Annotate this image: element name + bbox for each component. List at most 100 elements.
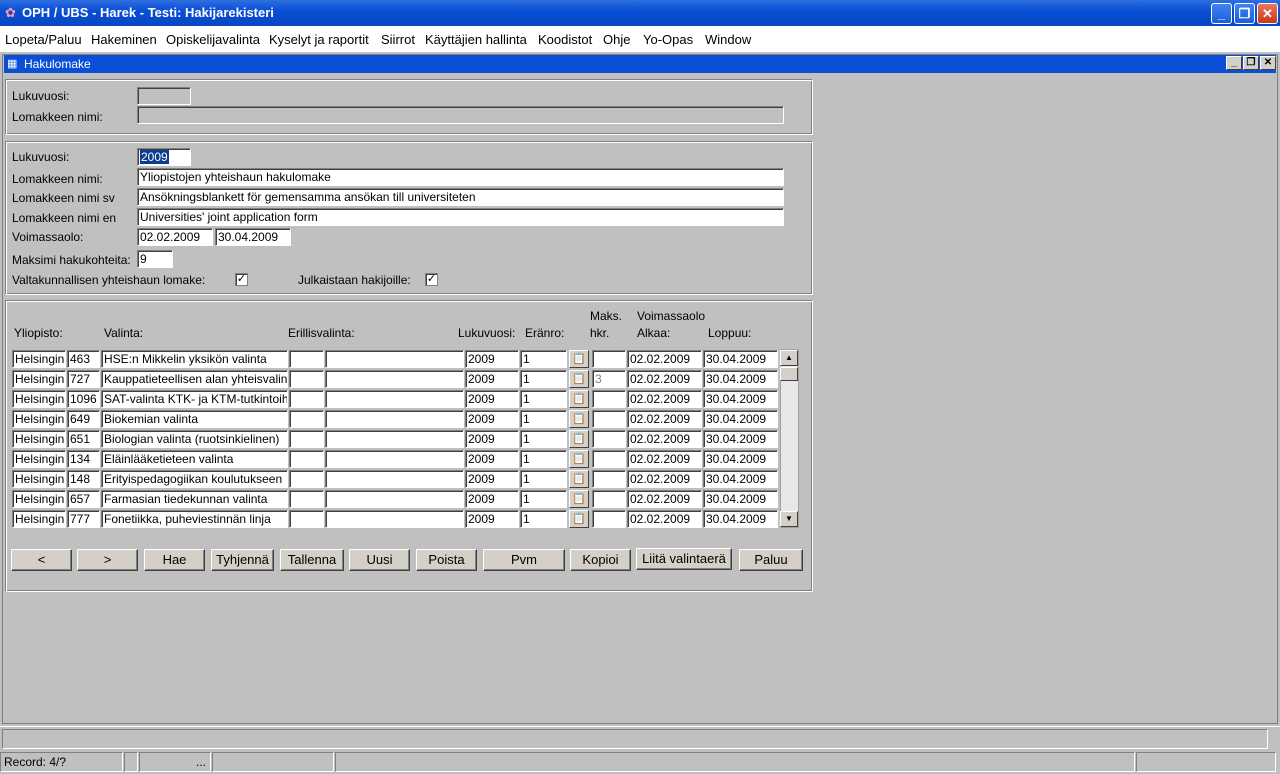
tallenna-button[interactable]: Tallenna bbox=[280, 549, 344, 571]
cell-yliopisto[interactable]: Helsingin bbox=[12, 390, 66, 408]
cell-valinta[interactable]: SAT-valinta KTK- ja KTM-tutkintoihin bbox=[101, 390, 288, 408]
cell-koodi[interactable]: 148 bbox=[67, 470, 100, 488]
cell-erillisvalinta[interactable] bbox=[325, 470, 464, 488]
nimi-field[interactable]: Yliopistojen yhteishaun hakulomake bbox=[137, 168, 784, 186]
next-button[interactable]: > bbox=[77, 549, 138, 571]
menu-yo-opas[interactable]: Yo-Opas bbox=[643, 32, 693, 47]
menu-ohje[interactable]: Ohje bbox=[603, 32, 630, 47]
form-close-button[interactable]: ✕ bbox=[1260, 56, 1276, 70]
cell-erillisvalinta[interactable] bbox=[325, 430, 464, 448]
clipboard-icon[interactable]: 📋 bbox=[569, 490, 589, 508]
cell-erillisvalinta-code[interactable] bbox=[289, 510, 324, 528]
cell-loppuu[interactable]: 30.04.2009 bbox=[703, 450, 778, 468]
cell-alkaa[interactable]: 02.02.2009 bbox=[627, 430, 702, 448]
cell-valinta[interactable]: HSE:n Mikkelin yksikön valinta bbox=[101, 350, 288, 368]
cell-eranro[interactable]: 1 bbox=[520, 350, 567, 368]
cell-maks-hkr[interactable] bbox=[592, 490, 626, 508]
kopioi-button[interactable]: Kopioi bbox=[570, 549, 631, 571]
nimi-en-field[interactable]: Universities' joint application form bbox=[137, 208, 784, 226]
hae-button[interactable]: Hae bbox=[144, 549, 205, 571]
form-restore-button[interactable]: ❐ bbox=[1243, 56, 1259, 70]
cell-loppuu[interactable]: 30.04.2009 bbox=[703, 470, 778, 488]
cell-eranro[interactable]: 1 bbox=[520, 510, 567, 528]
cell-yliopisto[interactable]: Helsingin bbox=[12, 410, 66, 428]
menu-kayttajat[interactable]: Käyttäjien hallinta bbox=[425, 32, 527, 47]
menu-siirrot[interactable]: Siirrot bbox=[381, 32, 415, 47]
cell-koodi[interactable]: 649 bbox=[67, 410, 100, 428]
cell-valinta[interactable]: Farmasian tiedekunnan valinta bbox=[101, 490, 288, 508]
cell-erillisvalinta[interactable] bbox=[325, 410, 464, 428]
cell-erillisvalinta-code[interactable] bbox=[289, 430, 324, 448]
cell-eranro[interactable]: 1 bbox=[520, 370, 567, 388]
cell-erillisvalinta[interactable] bbox=[325, 370, 464, 388]
cell-maks-hkr[interactable] bbox=[592, 510, 626, 528]
cell-koodi[interactable]: 134 bbox=[67, 450, 100, 468]
menu-hakeminen[interactable]: Hakeminen bbox=[91, 32, 157, 47]
voimassaolo-end-field[interactable]: 30.04.2009 bbox=[215, 228, 291, 246]
scroll-down-button[interactable]: ▼ bbox=[780, 511, 798, 527]
cell-yliopisto[interactable]: Helsingin bbox=[12, 370, 66, 388]
poista-button[interactable]: Poista bbox=[416, 549, 477, 571]
cell-lukuvuosi[interactable]: 2009 bbox=[465, 370, 519, 388]
cell-koodi[interactable]: 777 bbox=[67, 510, 100, 528]
cell-erillisvalinta-code[interactable] bbox=[289, 410, 324, 428]
cell-erillisvalinta[interactable] bbox=[325, 390, 464, 408]
clipboard-icon[interactable]: 📋 bbox=[569, 470, 589, 488]
cell-eranro[interactable]: 1 bbox=[520, 450, 567, 468]
cell-yliopisto[interactable]: Helsingin bbox=[12, 350, 66, 368]
cell-alkaa[interactable]: 02.02.2009 bbox=[627, 510, 702, 528]
cell-erillisvalinta[interactable] bbox=[325, 450, 464, 468]
close-button[interactable]: ✕ bbox=[1257, 3, 1278, 24]
cell-lukuvuosi[interactable]: 2009 bbox=[465, 470, 519, 488]
cell-alkaa[interactable]: 02.02.2009 bbox=[627, 370, 702, 388]
julkaistaan-checkbox[interactable]: ✓ bbox=[425, 273, 438, 286]
cell-yliopisto[interactable]: Helsingin bbox=[12, 470, 66, 488]
minimize-button[interactable]: _ bbox=[1211, 3, 1232, 24]
prev-button[interactable]: < bbox=[11, 549, 72, 571]
cell-loppuu[interactable]: 30.04.2009 bbox=[703, 490, 778, 508]
cell-eranro[interactable]: 1 bbox=[520, 490, 567, 508]
menu-opiskelijavalinta[interactable]: Opiskelijavalinta bbox=[166, 32, 260, 47]
cell-eranro[interactable]: 1 bbox=[520, 430, 567, 448]
cell-eranro[interactable]: 1 bbox=[520, 410, 567, 428]
maksimi-field[interactable]: 9 bbox=[137, 250, 173, 268]
cell-loppuu[interactable]: 30.04.2009 bbox=[703, 370, 778, 388]
cell-erillisvalinta-code[interactable] bbox=[289, 470, 324, 488]
cell-yliopisto[interactable]: Helsingin bbox=[12, 490, 66, 508]
cell-lukuvuosi[interactable]: 2009 bbox=[465, 390, 519, 408]
cell-maks-hkr[interactable]: 3 bbox=[592, 370, 626, 388]
clipboard-icon[interactable]: 📋 bbox=[569, 410, 589, 428]
cell-yliopisto[interactable]: Helsingin bbox=[12, 450, 66, 468]
cell-lukuvuosi[interactable]: 2009 bbox=[465, 510, 519, 528]
cell-lukuvuosi[interactable]: 2009 bbox=[465, 350, 519, 368]
lukuvuosi-field[interactable]: 2009 bbox=[137, 148, 191, 166]
cell-eranro[interactable]: 1 bbox=[520, 390, 567, 408]
cell-erillisvalinta[interactable] bbox=[325, 350, 464, 368]
tyhjenna-button[interactable]: Tyhjennä bbox=[211, 549, 274, 571]
cell-maks-hkr[interactable] bbox=[592, 390, 626, 408]
clipboard-icon[interactable]: 📋 bbox=[569, 350, 589, 368]
cell-loppuu[interactable]: 30.04.2009 bbox=[703, 510, 778, 528]
pvm-button[interactable]: Pvm bbox=[483, 549, 565, 571]
voimassaolo-start-field[interactable]: 02.02.2009 bbox=[137, 228, 213, 246]
cell-lukuvuosi[interactable]: 2009 bbox=[465, 410, 519, 428]
cell-erillisvalinta[interactable] bbox=[325, 490, 464, 508]
cell-alkaa[interactable]: 02.02.2009 bbox=[627, 450, 702, 468]
cell-erillisvalinta-code[interactable] bbox=[289, 370, 324, 388]
cell-erillisvalinta-code[interactable] bbox=[289, 390, 324, 408]
cell-lukuvuosi[interactable]: 2009 bbox=[465, 430, 519, 448]
cell-yliopisto[interactable]: Helsingin bbox=[12, 430, 66, 448]
valtakunnallinen-checkbox[interactable]: ✓ bbox=[235, 273, 248, 286]
cell-alkaa[interactable]: 02.02.2009 bbox=[627, 490, 702, 508]
uusi-button[interactable]: Uusi bbox=[349, 549, 410, 571]
menu-koodistot[interactable]: Koodistot bbox=[538, 32, 592, 47]
cell-maks-hkr[interactable] bbox=[592, 470, 626, 488]
cell-koodi[interactable]: 463 bbox=[67, 350, 100, 368]
cell-valinta[interactable]: Kauppatieteellisen alan yhteisvalinta bbox=[101, 370, 288, 388]
cell-valinta[interactable]: Fonetiikka, puheviestinnän linja bbox=[101, 510, 288, 528]
clipboard-icon[interactable]: 📋 bbox=[569, 430, 589, 448]
cell-koodi[interactable]: 651 bbox=[67, 430, 100, 448]
cell-loppuu[interactable]: 30.04.2009 bbox=[703, 390, 778, 408]
cell-alkaa[interactable]: 02.02.2009 bbox=[627, 470, 702, 488]
cell-alkaa[interactable]: 02.02.2009 bbox=[627, 410, 702, 428]
